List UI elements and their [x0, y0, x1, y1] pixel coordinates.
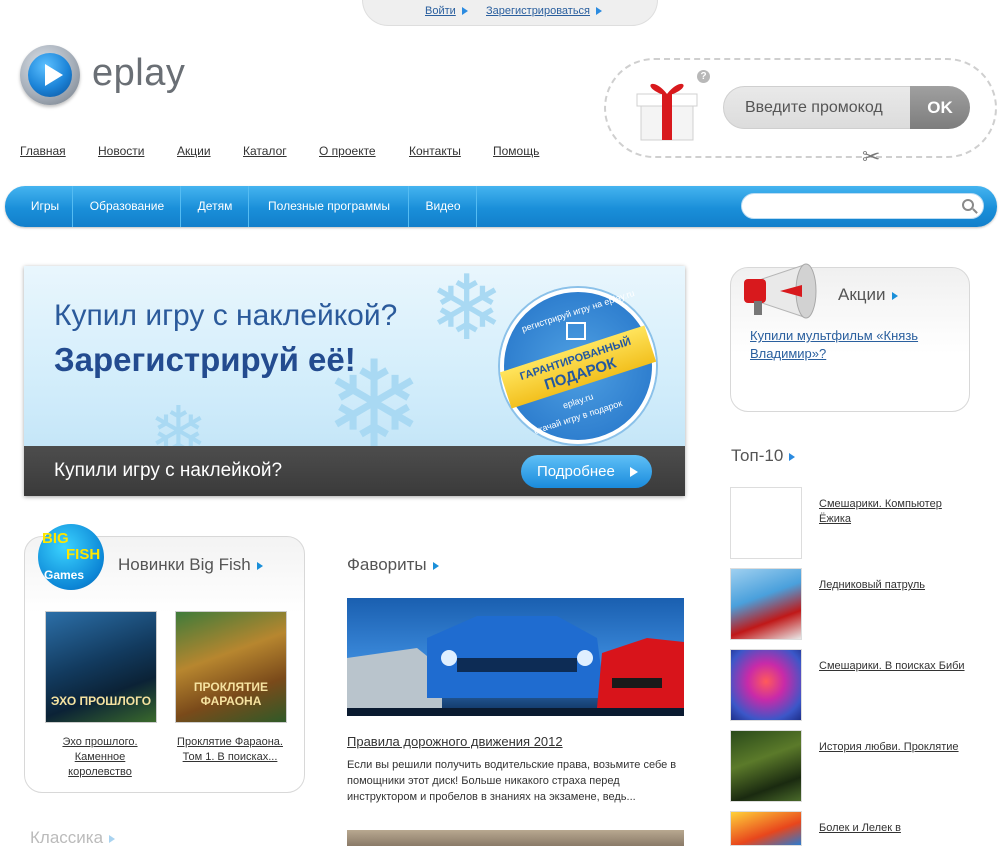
arrow-right-icon	[789, 452, 796, 461]
arrow-right-icon	[432, 561, 439, 570]
nav-help[interactable]: Помощь	[493, 144, 539, 158]
banner-line-2: Зарегистрируй её!	[54, 341, 356, 378]
top10-item[interactable]: Смешарики. Компьютер Ёжика	[819, 497, 969, 527]
favorite-image[interactable]	[347, 598, 684, 716]
top10-item[interactable]: История любви. Проклятие	[819, 740, 969, 755]
top10-item[interactable]: Смешарики. В поисках Биби	[819, 659, 969, 674]
menu-education[interactable]: Образование	[74, 186, 180, 227]
nav-catalog[interactable]: Каталог	[243, 144, 287, 158]
banner-line-1: Купил игру с наклейкой?	[54, 299, 398, 332]
promo-ok-button[interactable]: OK	[910, 86, 970, 129]
arrow-right-icon	[596, 7, 603, 16]
login-link[interactable]: Войти	[425, 5, 468, 17]
arrow-right-icon	[630, 467, 638, 477]
top10-thumbnail[interactable]	[730, 568, 802, 640]
gift-icon	[636, 83, 698, 141]
arrow-right-icon	[256, 561, 263, 570]
menu-kids[interactable]: Детям	[182, 186, 248, 227]
more-button[interactable]: Подробнее	[521, 455, 652, 488]
gift-icon	[566, 322, 586, 340]
search-icon[interactable]	[962, 199, 974, 211]
bigfish-title[interactable]: Новинки Big Fish	[118, 555, 263, 575]
logo-text[interactable]: eplay	[92, 52, 185, 95]
promotions-title[interactable]: Акции	[838, 285, 898, 305]
game-caption[interactable]: Эхо прошлого. Каменное королевство	[43, 735, 157, 780]
nav-home[interactable]: Главная	[20, 144, 66, 158]
game-cover[interactable]: ЭХО ПРОШЛОГО	[45, 611, 157, 723]
favorite-title[interactable]: Правила дорожного движения 2012	[347, 734, 563, 749]
login-tab: Войти Зарегистрироваться	[362, 0, 658, 26]
megaphone-icon	[744, 263, 817, 319]
banner-question: Купили игру с наклейкой?	[54, 460, 283, 481]
menu-games[interactable]: Игры	[17, 186, 73, 227]
top10-thumbnail[interactable]	[730, 487, 802, 559]
nav-news[interactable]: Новости	[98, 144, 144, 158]
favorite-image[interactable]	[347, 830, 684, 846]
nav-contacts[interactable]: Контакты	[409, 144, 461, 158]
gift-badge: регистрируй игру на eplay.ru ГАРАНТИРОВА…	[499, 288, 657, 444]
top10-thumbnail[interactable]	[730, 730, 802, 802]
arrow-right-icon	[461, 7, 468, 16]
register-link[interactable]: Зарегистрироваться	[486, 5, 603, 17]
promo-help-icon[interactable]: ?	[697, 70, 710, 83]
classic-title[interactable]: Классика	[30, 828, 116, 846]
arrow-right-icon	[109, 834, 116, 843]
scissors-icon: ✂	[862, 144, 881, 169]
promo-code-input[interactable]: Введите промокод	[723, 86, 915, 129]
top10-item[interactable]: Ледниковый патруль	[819, 578, 969, 593]
top10-thumbnail[interactable]	[730, 649, 802, 721]
favorite-description: Если вы решили получить водительские пра…	[347, 759, 677, 803]
bigfish-logo[interactable]: BIG FISH Games	[38, 524, 108, 590]
top10-title[interactable]: Топ-10	[731, 446, 796, 466]
nav-about[interactable]: О проекте	[319, 144, 376, 158]
nav-promos[interactable]: Акции	[177, 144, 211, 158]
game-caption[interactable]: Проклятие Фараона. Том 1. В поисках...	[170, 735, 290, 765]
logo-icon[interactable]	[20, 45, 80, 105]
top10-item[interactable]: Болек и Лелек в	[819, 821, 969, 836]
promotion-link[interactable]: Купили мультфильм «Князь Владимир»?	[750, 327, 950, 363]
search-input[interactable]	[741, 193, 984, 219]
menu-utilities[interactable]: Полезные программы	[250, 186, 408, 227]
game-cover[interactable]: ПРОКЛЯТИЕ ФАРАОНА	[175, 611, 287, 723]
arrow-right-icon	[891, 291, 898, 300]
top10-thumbnail[interactable]	[730, 811, 802, 846]
favorites-title[interactable]: Фавориты	[347, 555, 439, 575]
promo-banner[interactable]: ❄ ❄ ❄ Купил игру с наклейкой? Зарегистри…	[24, 266, 685, 496]
menu-video[interactable]: Видео	[410, 186, 476, 227]
snowflake-icon: ❄	[429, 266, 505, 359]
